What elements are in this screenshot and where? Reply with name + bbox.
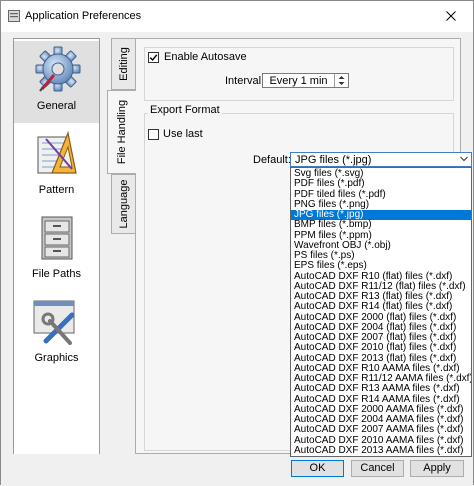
nav-item-label: Pattern: [38, 184, 75, 196]
title-bar[interactable]: Application Preferences: [1, 1, 473, 32]
category-list: General Pattern File Paths Graphics: [13, 38, 100, 456]
spinner-arrows[interactable]: [334, 74, 348, 87]
spinner-up-down-icon: [338, 76, 345, 85]
window-title: Application Preferences: [25, 10, 142, 22]
format-option[interactable]: PDF files (*.pdf): [291, 178, 471, 189]
nav-item-file-paths[interactable]: File Paths: [14, 209, 99, 291]
tab-language[interactable]: Language: [111, 174, 135, 234]
nav-item-label: File Paths: [32, 268, 81, 280]
dialog-body: General Pattern File Paths Graphics Edit…: [1, 32, 473, 486]
preferences-window: Application Preferences General Pattern …: [0, 0, 474, 486]
tab-content: Enable Autosave Interval: Every 1 min Ex…: [135, 38, 472, 457]
checkmark-icon: [149, 54, 158, 62]
dialog-footer: OK Cancel Apply: [1, 454, 473, 486]
nav-item-label: General: [36, 100, 77, 112]
export-format-title: Export Format: [148, 104, 222, 116]
nav-item-label: Graphics: [34, 352, 79, 364]
format-option[interactable]: AutoCAD DXF R14 (flat) files (*.dxf): [291, 301, 471, 312]
interval-value: Every 1 min: [269, 75, 328, 87]
ok-button[interactable]: OK: [291, 460, 344, 477]
file-cabinet-icon: [41, 216, 73, 260]
nav-item-general[interactable]: General: [14, 41, 99, 123]
tab-editing[interactable]: Editing: [111, 38, 135, 90]
default-format-value: JPG files (*.jpg): [295, 154, 372, 166]
autosave-group: Enable Autosave Interval: Every 1 min: [144, 47, 454, 101]
gear-icon: [35, 46, 81, 92]
cancel-button[interactable]: Cancel: [351, 460, 404, 477]
default-label: Default:: [253, 154, 291, 166]
format-option[interactable]: EPS files (*.eps): [291, 260, 471, 271]
format-option[interactable]: AutoCAD DXF R13 AAMA files (*.dxf): [291, 383, 471, 394]
wrench-screwdriver-icon: [33, 300, 75, 345]
preferences-panel: Editing File Handling Language Enable Au…: [107, 38, 472, 457]
format-option[interactable]: AutoCAD DXF 2010 (flat) files (*.dxf): [291, 342, 471, 353]
format-option[interactable]: AutoCAD DXF 2007 AAMA files (*.dxf): [291, 424, 471, 435]
vertical-tab-strip: Editing File Handling Language: [107, 38, 136, 454]
format-option[interactable]: AutoCAD DXF 2013 AAMA files (*.dxf): [291, 445, 471, 456]
default-format-select[interactable]: JPG files (*.jpg): [290, 152, 472, 167]
drafting-tools-icon: [37, 130, 77, 174]
tab-file-handling[interactable]: File Handling: [107, 90, 136, 174]
chevron-down-icon: [460, 156, 468, 162]
nav-item-graphics[interactable]: Graphics: [14, 293, 99, 375]
enable-autosave-label: Enable Autosave: [164, 51, 247, 63]
use-last-label: Use last: [163, 128, 203, 140]
close-icon: [446, 11, 456, 21]
interval-spinner[interactable]: Every 1 min: [262, 73, 349, 88]
interval-label: Interval:: [225, 75, 265, 87]
format-option[interactable]: BMP files (*.bmp): [291, 219, 471, 230]
nav-item-pattern[interactable]: Pattern: [14, 125, 99, 207]
app-icon: [8, 10, 20, 22]
use-last-checkbox[interactable]: [148, 129, 159, 140]
close-button[interactable]: [435, 5, 467, 27]
format-dropdown-list[interactable]: Svg files (*.svg) PDF files (*.pdf) PDF ti…: [290, 167, 472, 457]
apply-button[interactable]: Apply: [410, 460, 464, 477]
enable-autosave-checkbox[interactable]: [148, 52, 159, 63]
